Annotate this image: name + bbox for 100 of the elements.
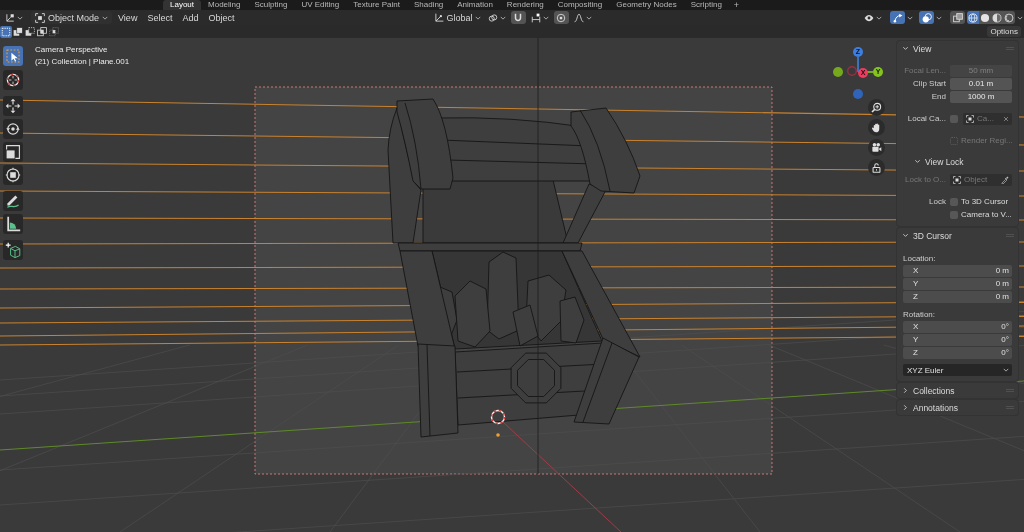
intersect-squares-icon xyxy=(49,26,59,37)
snap-toggle[interactable] xyxy=(510,11,526,24)
menu-button[interactable]: Select xyxy=(143,11,177,24)
pan-button[interactable] xyxy=(868,119,885,136)
options-button[interactable]: Options xyxy=(987,26,1021,37)
tool-button[interactable] xyxy=(3,46,23,66)
workspace-tab[interactable]: Layout xyxy=(163,0,202,10)
tool-button[interactable] xyxy=(3,165,23,185)
workspace-tab[interactable]: Geometry Nodes xyxy=(609,0,684,10)
axis-dot-icon[interactable] xyxy=(833,67,843,77)
shading-button[interactable] xyxy=(979,11,991,24)
checkbox-label[interactable]: To 3D Cursor xyxy=(961,196,1009,208)
lock-button[interactable] xyxy=(868,159,885,176)
section-label: Location: xyxy=(903,252,936,264)
editor-type-button[interactable] xyxy=(3,11,25,24)
axis-label: X xyxy=(913,265,919,277)
tool-button[interactable] xyxy=(3,240,23,260)
panel-header[interactable]: Annotations xyxy=(897,400,1018,415)
mode-dropdown[interactable]: Object Mode xyxy=(31,11,113,24)
ring-sphere-icon xyxy=(1004,12,1014,23)
overlapping-squares-icon xyxy=(952,12,963,23)
gizmo-toggle[interactable] xyxy=(890,11,905,24)
shading-button[interactable] xyxy=(991,11,1003,24)
snap-bars-icon xyxy=(530,12,541,23)
menu-button[interactable]: View xyxy=(114,11,142,24)
tool-button[interactable] xyxy=(3,191,23,211)
menu-button[interactable]: Object xyxy=(204,11,239,24)
field-value: 0 m xyxy=(995,278,1009,290)
panel-header[interactable]: Collections xyxy=(897,383,1018,398)
panel-header[interactable]: View xyxy=(897,41,1018,56)
workspace-tab[interactable]: Texture Paint xyxy=(346,0,407,10)
shading-button[interactable] xyxy=(1003,11,1015,24)
crosshair-circle-icon xyxy=(5,72,21,88)
subpanel-header[interactable]: View Lock xyxy=(903,155,1012,168)
caret-icon xyxy=(102,14,109,21)
number-field[interactable]: 1000 m xyxy=(950,91,1012,103)
tool-button[interactable] xyxy=(3,142,23,162)
number-field[interactable]: X 0° xyxy=(903,321,1012,333)
caret-icon[interactable] xyxy=(907,14,913,21)
caret-icon xyxy=(585,14,592,21)
workspace-tab[interactable]: UV Editing xyxy=(294,0,347,10)
frame-square-icon xyxy=(953,176,961,184)
workspace-tab[interactable]: Shading xyxy=(406,0,451,10)
workspace-tab[interactable]: Sculpting xyxy=(247,0,295,10)
checkbox-label[interactable]: Camera to V... xyxy=(961,209,1012,221)
zoom-icon xyxy=(871,102,882,113)
camera-view-button[interactable] xyxy=(868,139,885,156)
selection-mode-button[interactable] xyxy=(48,25,60,38)
origin-dot-icon xyxy=(496,433,500,437)
xray-toggle[interactable] xyxy=(950,11,965,24)
selection-mode-button[interactable] xyxy=(12,25,24,38)
tool-button[interactable] xyxy=(3,96,23,116)
hand-icon xyxy=(871,122,882,133)
shading-button[interactable] xyxy=(967,11,979,24)
tool-button[interactable] xyxy=(3,70,23,90)
number-field[interactable]: Y 0 m xyxy=(903,278,1012,290)
number-field[interactable]: 0.01 m xyxy=(950,78,1012,90)
number-field[interactable]: Y 0° xyxy=(903,334,1012,346)
axes-icon xyxy=(5,12,15,23)
workspace-tab[interactable]: Animation xyxy=(450,0,500,10)
caret-icon xyxy=(876,14,882,21)
workspace-tab[interactable]: Rendering xyxy=(499,0,551,10)
axis-label: X xyxy=(913,321,919,333)
axis-dot-icon[interactable] xyxy=(853,89,863,99)
bell-curve-icon xyxy=(573,12,584,23)
orientation-dropdown[interactable]: Global xyxy=(432,11,483,24)
checkbox[interactable] xyxy=(950,211,958,219)
zoom-button[interactable] xyxy=(868,99,885,116)
padlock-icon xyxy=(871,162,882,173)
checkbox[interactable] xyxy=(950,115,958,123)
number-field[interactable]: Z 0° xyxy=(903,347,1012,359)
workspace-tab[interactable]: Compositing xyxy=(550,0,610,10)
checkbox[interactable] xyxy=(950,198,958,206)
overlay-toggle[interactable] xyxy=(919,11,934,24)
number-field[interactable]: Z 0 m xyxy=(903,291,1012,303)
axis-dot-icon[interactable] xyxy=(847,66,857,76)
chevron-down-icon xyxy=(914,158,921,165)
workspace-tab[interactable]: Modeling xyxy=(201,0,248,10)
add-tab-button[interactable]: + xyxy=(728,0,745,10)
selection-mode-button[interactable] xyxy=(0,25,12,38)
caret-icon xyxy=(17,14,23,21)
dropdown[interactable]: XYZ Euler xyxy=(903,364,1012,376)
selection-mode-button[interactable] xyxy=(36,25,48,38)
caret-icon[interactable] xyxy=(936,14,942,21)
caret-icon[interactable] xyxy=(1017,14,1023,21)
number-field[interactable]: X 0 m xyxy=(903,265,1012,277)
cube-plus-icon xyxy=(5,242,21,258)
proportional-toggle[interactable] xyxy=(553,11,569,24)
panel-header[interactable]: 3D Cursor xyxy=(897,228,1018,243)
tool-button[interactable] xyxy=(3,214,23,234)
video-camera-icon xyxy=(871,142,882,153)
menu-button[interactable]: Add xyxy=(178,11,203,24)
tool-button[interactable] xyxy=(3,119,23,139)
arc-arrow-icon xyxy=(892,12,903,23)
select-box-icon xyxy=(5,48,21,64)
selection-mode-button[interactable] xyxy=(24,25,36,38)
workspace-tab[interactable]: Scripting xyxy=(683,0,729,10)
chevron-down-icon xyxy=(902,45,909,52)
chevron-down-icon xyxy=(902,232,909,239)
wire-sphere-icon xyxy=(968,12,978,23)
